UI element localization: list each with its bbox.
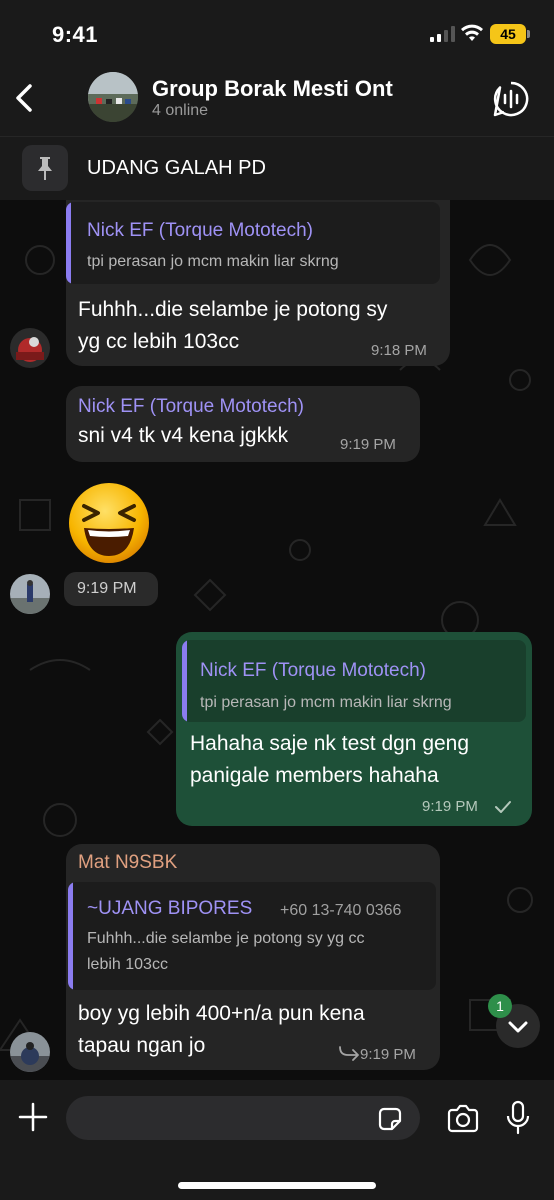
message-text-line: boy yg lebih 400+n/a pun kena: [78, 1002, 365, 1025]
status-bar: 9:41 45: [0, 0, 554, 64]
message-time: 9:18 PM: [371, 342, 427, 359]
message-sender[interactable]: Mat N9SBK: [78, 852, 177, 874]
message-input[interactable]: [66, 1096, 420, 1140]
pinned-message-bar[interactable]: UDANG GALAH PD: [0, 136, 554, 200]
message-sender[interactable]: Nick EF (Torque Mototech): [78, 396, 304, 418]
avatar-photo: [10, 328, 50, 368]
camera-icon[interactable]: [446, 1104, 480, 1134]
chat-header: Group Borak Mesti Ont 4 online: [0, 64, 554, 136]
reply-accent-bar: [68, 882, 73, 990]
message-time: 9:19 PM: [340, 436, 396, 453]
wifi-icon: [461, 24, 483, 41]
sender-avatar[interactable]: [10, 328, 50, 368]
message-bubble-outgoing[interactable]: Nick EF (Torque Mototech) tpi perasan jo…: [176, 632, 532, 826]
status-time: 9:41: [52, 22, 99, 47]
group-title[interactable]: Group Borak Mesti Ont: [152, 76, 393, 102]
reply-preview[interactable]: Nick EF (Torque Mototech) tpi perasan jo…: [66, 202, 440, 284]
time-badge: 9:19 PM: [64, 572, 158, 606]
message-bubble-incoming[interactable]: Mat N9SBK ~UJANG BIPORES +60 13-740 0366…: [66, 844, 440, 1070]
plus-icon[interactable]: [18, 1102, 48, 1132]
avatar-photo: [10, 1032, 50, 1072]
reply-accent-bar: [182, 640, 187, 722]
reply-text: tpi perasan jo mcm makin liar skrng: [200, 694, 452, 711]
reply-author: ~UJANG BIPORES: [87, 898, 253, 919]
voice-chat-icon[interactable]: [492, 80, 530, 118]
microphone-icon[interactable]: [506, 1100, 530, 1136]
read-check-icon: [495, 801, 511, 813]
sticker-icon[interactable]: [376, 1105, 404, 1133]
reply-preview[interactable]: ~UJANG BIPORES +60 13-740 0366 Fuhhh...d…: [68, 882, 436, 990]
emoji-message[interactable]: [66, 480, 156, 570]
message-time: 9:19 PM: [360, 1046, 416, 1063]
group-avatar[interactable]: [88, 72, 138, 122]
message-text-line: Hahaha saje nk test dgn geng: [190, 732, 470, 755]
message-text-line: yg cc lebih 103cc: [78, 330, 240, 353]
laughing-emoji-icon: [69, 483, 149, 563]
pinned-text: UDANG GALAH PD: [87, 157, 266, 179]
message-text-line: tapau ngan jo: [78, 1034, 206, 1057]
message-bubble-incoming[interactable]: Nick EF (Torque Mototech) sni v4 tk v4 k…: [66, 386, 420, 462]
home-indicator: [178, 1182, 376, 1189]
group-photo: [88, 72, 138, 122]
sender-avatar[interactable]: [10, 1032, 50, 1072]
message-text-line: panigale members hahaha: [190, 764, 439, 787]
message-time: 9:19 PM: [422, 798, 478, 815]
reply-text: Fuhhh...die selambe je potong sy yg cc: [87, 930, 365, 947]
message-bubble-incoming[interactable]: Nick EF (Torque Mototech) tpi perasan jo…: [66, 200, 450, 366]
back-chevron-icon[interactable]: [8, 78, 40, 118]
online-count: 4 online: [152, 102, 209, 119]
sender-avatar[interactable]: [10, 574, 50, 614]
reply-text: tpi perasan jo mcm makin liar skrng: [87, 253, 339, 270]
reply-author: Nick EF (Torque Mototech): [87, 220, 313, 241]
avatar-photo: [10, 574, 50, 614]
unread-badge: 1: [488, 994, 512, 1018]
pin-icon: [38, 157, 52, 180]
message-text-line: sni v4 tk v4 kena jgkkk: [78, 424, 289, 447]
message-text-line: Fuhhh...die selambe je potong sy: [78, 298, 388, 321]
reply-author: Nick EF (Torque Mototech): [200, 660, 426, 681]
forward-arrow-icon: [339, 1046, 359, 1061]
message-time: 9:19 PM: [77, 580, 137, 597]
reply-preview[interactable]: Nick EF (Torque Mototech) tpi perasan jo…: [182, 640, 526, 722]
reply-accent-bar: [66, 202, 71, 284]
cellular-signal-icon: [430, 26, 455, 42]
battery-indicator: 45: [490, 24, 530, 44]
pin-icon-box: [22, 145, 68, 191]
reply-text: lebih 103cc: [87, 956, 168, 973]
reply-phone: +60 13-740 0366: [280, 902, 402, 919]
input-bar: [0, 1080, 554, 1200]
